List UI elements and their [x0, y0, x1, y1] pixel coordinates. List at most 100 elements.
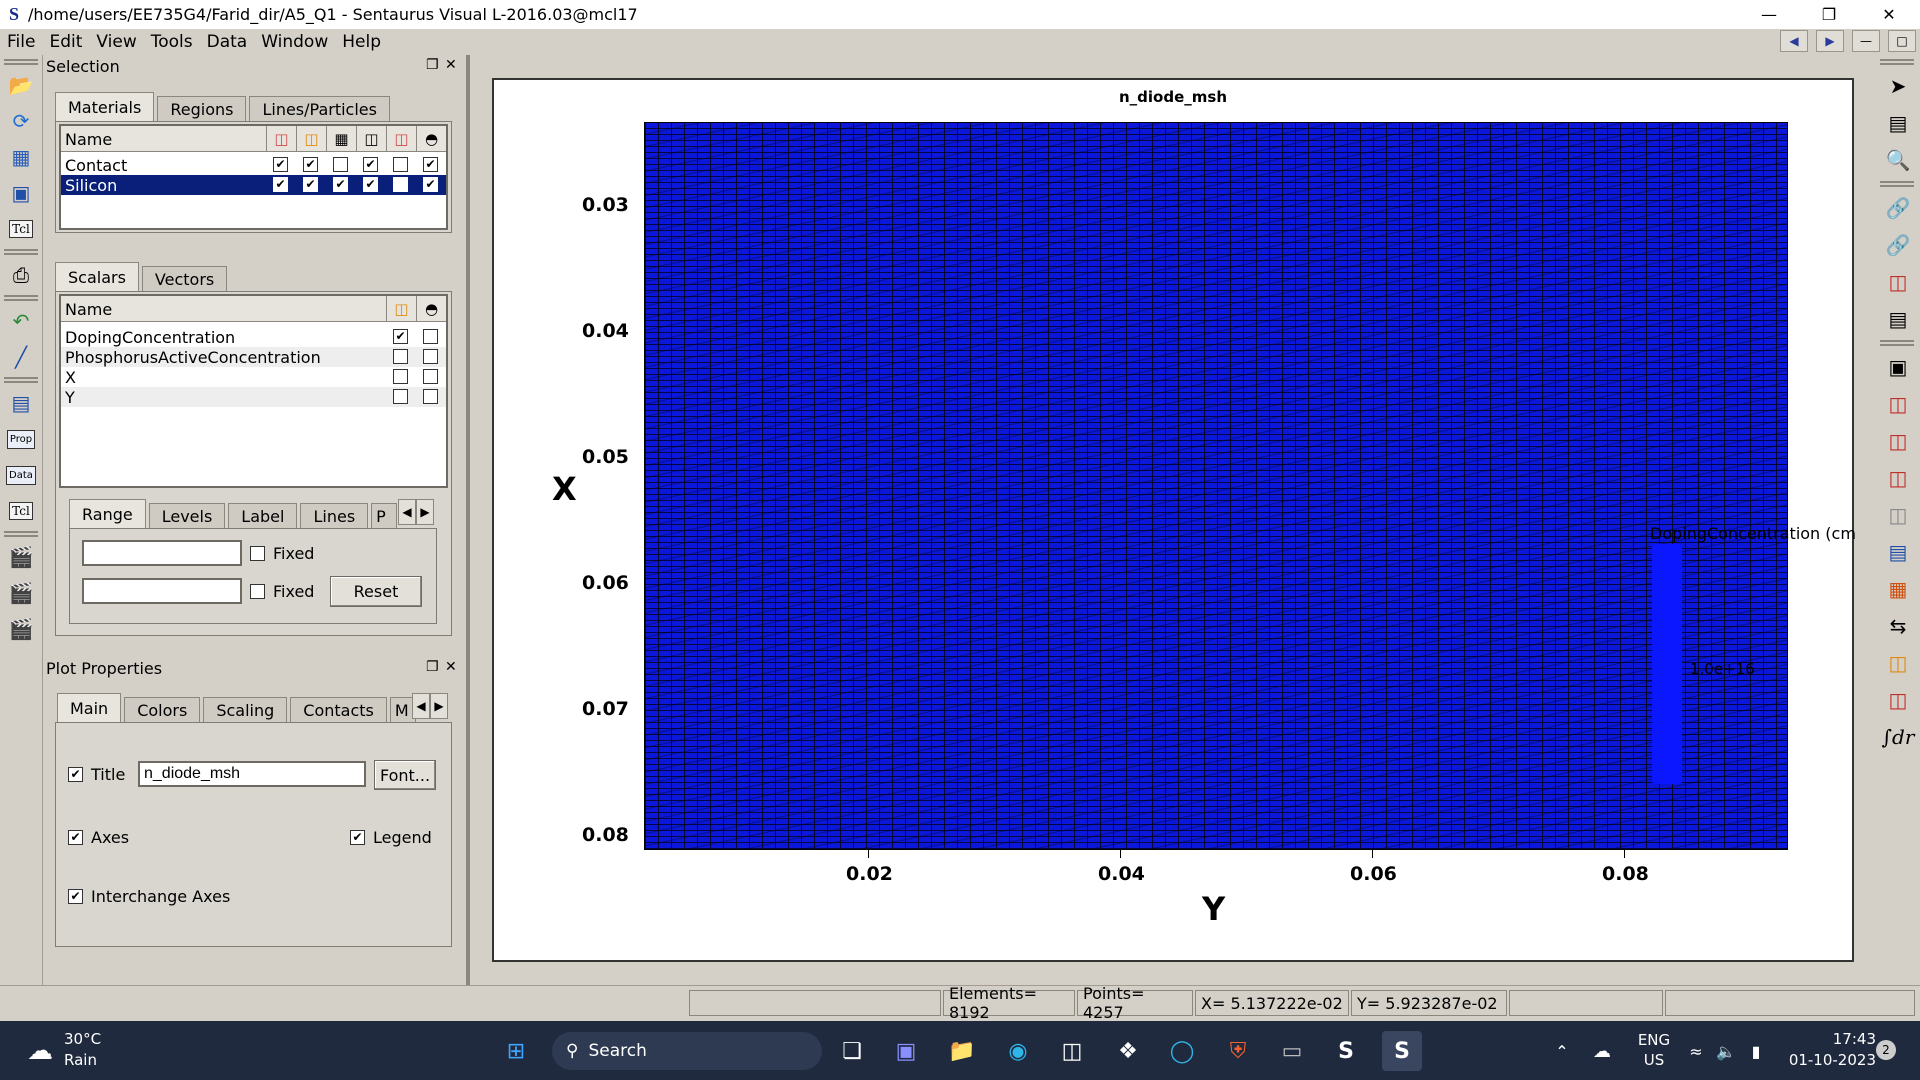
show-boundary-icon[interactable]: ◫ — [356, 126, 386, 152]
minimize-icon[interactable]: — — [1746, 0, 1792, 29]
tab-scroll-right-icon[interactable]: ▶ — [430, 693, 448, 719]
tab-scroll-right-icon[interactable]: ▶ — [416, 499, 434, 525]
panel-splitter[interactable] — [466, 55, 470, 985]
material-settings-icon[interactable]: ◫ — [1880, 266, 1916, 298]
movie-frames-icon[interactable]: 🎬 — [4, 577, 38, 609]
material-checkbox[interactable] — [303, 157, 318, 172]
font-button[interactable]: Font... — [374, 760, 436, 790]
material-checkbox[interactable] — [333, 177, 348, 192]
show-region-icon[interactable]: ◫ — [386, 126, 416, 152]
material-checkbox[interactable] — [333, 157, 348, 172]
title-checkbox[interactable]: Title — [68, 765, 125, 784]
open-folder-icon[interactable]: 📂 — [4, 69, 38, 101]
show-contour-icon[interactable]: ◓ — [416, 126, 446, 152]
print-icon[interactable]: ⎙ — [4, 259, 38, 291]
checkbox-box[interactable] — [350, 830, 365, 845]
tab-lines[interactable]: Lines — [300, 503, 369, 529]
store-icon[interactable]: ◫ — [1052, 1031, 1092, 1071]
checkbox-box[interactable] — [68, 767, 83, 782]
edge-browser-icon[interactable]: ◉ — [998, 1031, 1038, 1071]
cut-plane-icon[interactable]: ◫ — [1880, 388, 1916, 420]
cut-z-icon[interactable]: ◫ — [1880, 499, 1916, 531]
teams-icon[interactable]: ▣ — [886, 1031, 926, 1071]
tcl-panel-icon[interactable]: Tcl — [4, 495, 38, 527]
menu-help[interactable]: Help — [335, 32, 388, 52]
axes-checkbox[interactable]: Axes — [68, 828, 129, 847]
probe-icon[interactable]: ▦ — [1880, 573, 1916, 605]
sentaurus-app-icon[interactable]: S — [1326, 1031, 1366, 1071]
checkbox-box[interactable] — [68, 830, 83, 845]
material-checkbox[interactable] — [423, 157, 438, 172]
delete-region-icon[interactable]: ◫ — [1880, 684, 1916, 716]
mdi-restore-button[interactable]: □ — [1888, 30, 1916, 52]
plot-window[interactable]: n_diode_msh X Y 0.03 0.04 0.05 0.06 0.07… — [492, 78, 1856, 962]
select-pointer-icon[interactable]: ➤ — [1880, 70, 1916, 102]
close-icon[interactable]: ✕ — [1866, 0, 1912, 29]
material-checkbox[interactable] — [393, 157, 408, 172]
tab-colors[interactable]: Colors — [124, 697, 201, 723]
plot-title-input[interactable] — [138, 761, 366, 787]
scalar-checkbox[interactable] — [423, 329, 438, 344]
scalar-checkbox[interactable] — [423, 389, 438, 404]
menu-window[interactable]: Window — [254, 32, 335, 52]
fit-view-icon[interactable]: ▤ — [1880, 107, 1916, 139]
weather-icon[interactable]: ☁ — [20, 1031, 60, 1071]
scalar-row-phosphorus[interactable]: PhosphorusActiveConcentration — [61, 347, 446, 367]
dropbox-icon[interactable]: ❖ — [1108, 1031, 1148, 1071]
clock-time[interactable]: 17:43 — [1786, 1030, 1876, 1048]
menu-tools[interactable]: Tools — [144, 32, 200, 52]
scalar-row-doping[interactable]: DopingConcentration — [61, 327, 446, 347]
mdi-minimize-button[interactable]: — — [1852, 30, 1880, 52]
scalar-row-x[interactable]: X — [61, 367, 446, 387]
checkbox-box[interactable] — [68, 889, 83, 904]
taskbar-search[interactable]: ⚲ Search — [552, 1032, 822, 1070]
scalar-checkbox[interactable] — [393, 369, 408, 384]
menu-edit[interactable]: Edit — [42, 32, 89, 52]
show-scalar-icon[interactable]: ◫ — [386, 296, 416, 322]
mesh-tool-icon[interactable]: ▦ — [4, 141, 38, 173]
link-sync-icon[interactable]: 🔗 — [1880, 229, 1916, 261]
tab-scalars[interactable]: Scalars — [55, 262, 139, 292]
tab-scroll-left-icon[interactable]: ◀ — [412, 693, 430, 719]
mdi-prev-button[interactable]: ◀ — [1780, 30, 1808, 52]
clock-date[interactable]: 01-10-2023 — [1786, 1051, 1876, 1069]
scalar-checkbox[interactable] — [393, 329, 408, 344]
onedrive-icon[interactable]: ☁ — [1582, 1031, 1622, 1071]
checkbox-box[interactable] — [250, 584, 265, 599]
data-panel-icon[interactable]: Data — [4, 459, 38, 491]
sentaurus-visual-icon[interactable]: S — [1382, 1031, 1422, 1071]
close-panel-icon[interactable]: ✕ — [445, 659, 457, 675]
gauge-icon[interactable]: ▤ — [1880, 303, 1916, 335]
battery-icon[interactable]: ▮ — [1736, 1031, 1776, 1071]
task-view-icon[interactable]: ❏ — [832, 1031, 872, 1071]
tab-lines-particles[interactable]: Lines/Particles — [249, 96, 390, 122]
selection-panel-icon[interactable]: ▤ — [4, 387, 38, 419]
reset-button[interactable]: Reset — [330, 576, 422, 607]
show-hidden-icons-icon[interactable]: ⌃ — [1542, 1031, 1582, 1071]
mdi-next-button[interactable]: ▶ — [1816, 30, 1844, 52]
notification-badge[interactable]: 2 — [1876, 1040, 1896, 1060]
float-panel-icon[interactable]: ❐ — [426, 659, 439, 675]
line-tool-icon[interactable]: ╱ — [4, 341, 38, 373]
region-fill-icon[interactable]: ◫ — [1880, 647, 1916, 679]
zoom-icon[interactable]: 🔍 — [1880, 144, 1916, 176]
file-explorer-icon[interactable]: 📁 — [942, 1031, 982, 1071]
menu-data[interactable]: Data — [200, 32, 255, 52]
material-checkbox[interactable] — [273, 157, 288, 172]
material-checkbox[interactable] — [393, 177, 408, 192]
language-line1[interactable]: ENG — [1636, 1031, 1672, 1049]
tab-contacts[interactable]: Contacts — [290, 697, 387, 723]
arrows-icon[interactable]: ⇆ — [1880, 610, 1916, 642]
tab-levels[interactable]: Levels — [148, 503, 226, 529]
checkbox-box[interactable] — [250, 546, 265, 561]
scalar-checkbox[interactable] — [423, 349, 438, 364]
mesh-plot-area[interactable] — [644, 122, 1788, 850]
scalar-row-y[interactable]: Y — [61, 387, 446, 407]
reload-icon[interactable]: ⟳ — [4, 105, 38, 137]
ruler-icon[interactable]: ▤ — [1880, 536, 1916, 568]
float-panel-icon[interactable]: ❐ — [426, 57, 439, 73]
cut-x-icon[interactable]: ◫ — [1880, 425, 1916, 457]
range-max-fixed-checkbox[interactable]: Fixed — [250, 582, 314, 601]
interchange-axes-checkbox[interactable]: Interchange Axes — [68, 887, 230, 906]
undo-icon[interactable]: ↶ — [4, 305, 38, 337]
